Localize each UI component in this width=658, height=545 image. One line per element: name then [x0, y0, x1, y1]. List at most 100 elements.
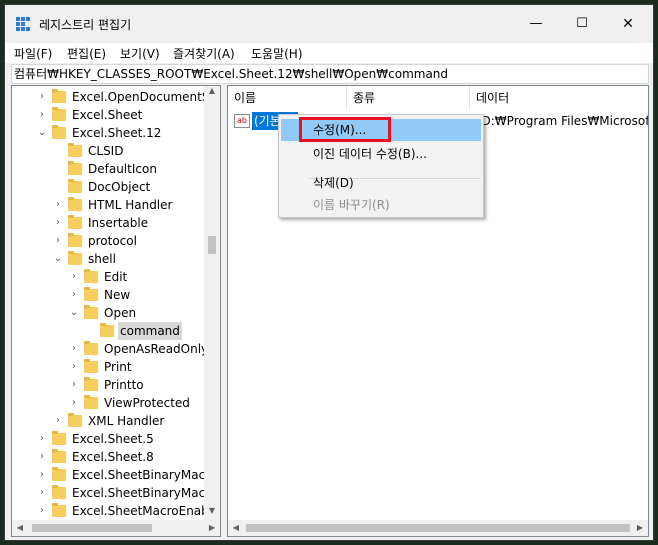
- tree-item-label: Excel.SheetBinaryMacro: [72, 486, 218, 500]
- folder-icon: [68, 179, 82, 193]
- expand-chevron-icon[interactable]: ›: [36, 484, 48, 502]
- menu-item-delete[interactable]: 삭제(D): [281, 172, 481, 194]
- tree-item[interactable]: ⌄ shell: [12, 250, 204, 268]
- collapse-chevron-icon[interactable]: ⌄: [52, 250, 64, 268]
- string-value-icon: ab: [234, 114, 250, 128]
- column-header-name[interactable]: 이름: [228, 86, 346, 110]
- folder-icon: [52, 89, 66, 103]
- tree-item-label: Excel.OpenDocumentS: [72, 90, 210, 104]
- tree-item[interactable]: command: [12, 322, 204, 340]
- folder-icon: [84, 287, 98, 301]
- expand-chevron-icon[interactable]: ›: [52, 214, 64, 232]
- tree-item-label: XML Handler: [88, 414, 165, 428]
- folder-icon: [84, 377, 98, 391]
- minimize-button[interactable]: —: [513, 5, 559, 43]
- tree-vertical-scrollbar[interactable]: ▲ ▼: [204, 86, 220, 520]
- tree-item[interactable]: › Excel.OpenDocumentS: [12, 88, 209, 106]
- menu-item-rename: 이름 바꾸기(R): [313, 198, 390, 212]
- tree-horizontal-scrollbar[interactable]: ◀ ▶: [12, 520, 220, 536]
- expand-chevron-icon[interactable]: ›: [68, 286, 80, 304]
- tree-item[interactable]: DefaultIcon: [12, 160, 204, 178]
- tree-item[interactable]: › OpenAsReadOnly: [12, 340, 208, 358]
- tree-item[interactable]: › Excel.SheetMacroEnable: [12, 502, 220, 520]
- scroll-up-icon[interactable]: ▲: [204, 86, 220, 100]
- menu-view[interactable]: 보기(V): [120, 45, 160, 62]
- scroll-down-icon[interactable]: ▼: [204, 506, 220, 520]
- expand-chevron-icon[interactable]: ›: [68, 268, 80, 286]
- list-horizontal-scrollbar[interactable]: ◀ ▶: [228, 520, 648, 536]
- registry-editor-window: 레지스트리 편집기 — ☐ ✕ 파일(F) 편집(E) 보기(V) 즐겨찾기(A…: [4, 4, 654, 541]
- folder-icon: [84, 305, 98, 319]
- expand-chevron-icon[interactable]: ›: [68, 376, 80, 394]
- expand-chevron-icon[interactable]: ›: [36, 466, 48, 484]
- scroll-right-icon[interactable]: ▶: [632, 520, 648, 536]
- column-header-type[interactable]: 종류: [347, 86, 469, 110]
- tree-item[interactable]: › Excel.Sheet: [12, 106, 204, 124]
- scroll-thumb[interactable]: [208, 236, 216, 254]
- tree-item[interactable]: ⌄ Excel.Sheet.12: [12, 124, 204, 142]
- menu-edit[interactable]: 편집(E): [67, 45, 106, 62]
- folder-icon: [52, 125, 66, 139]
- key-tree-pane[interactable]: › Excel.OpenDocumentS › Excel.Sheet ⌄ Excel.S…: [11, 85, 221, 537]
- folder-icon: [84, 359, 98, 373]
- tree-item[interactable]: › XML Handler: [12, 412, 204, 430]
- expand-chevron-icon[interactable]: ›: [68, 394, 80, 412]
- tree-item-label: CLSID: [88, 144, 124, 158]
- tree-item-label: Open: [104, 306, 137, 320]
- address-bar[interactable]: 컴퓨터₩HKEY_CLASSES_ROOT₩Excel.Sheet.12₩she…: [11, 64, 649, 84]
- expand-chevron-icon[interactable]: ›: [36, 502, 48, 520]
- expand-chevron-icon[interactable]: ›: [68, 340, 80, 358]
- maximize-button[interactable]: ☐: [559, 5, 605, 43]
- menu-favorites[interactable]: 즐겨찾기(A): [173, 45, 235, 62]
- folder-icon: [52, 449, 66, 463]
- tree-item[interactable]: CLSID: [12, 142, 204, 160]
- tree-item-label: command: [118, 322, 182, 340]
- expand-chevron-icon[interactable]: ›: [36, 106, 48, 124]
- menu-file[interactable]: 파일(F): [14, 45, 52, 62]
- folder-icon: [52, 485, 66, 499]
- tree-item[interactable]: › HTML Handler: [12, 196, 204, 214]
- scroll-right-icon[interactable]: ▶: [204, 520, 220, 536]
- close-button[interactable]: ✕: [605, 5, 651, 43]
- expand-chevron-icon[interactable]: ›: [52, 196, 64, 214]
- tree-item[interactable]: › Excel.Sheet.5: [12, 430, 204, 448]
- menu-item-modify-binary[interactable]: 이진 데이터 수정(B)...: [281, 143, 481, 165]
- tree-item-label: Print: [104, 360, 132, 374]
- scroll-thumb[interactable]: [32, 524, 152, 532]
- title-bar[interactable]: 레지스트리 편집기 — ☐ ✕: [5, 5, 653, 43]
- expand-chevron-icon[interactable]: ›: [68, 358, 80, 376]
- tree-item[interactable]: › protocol: [12, 232, 204, 250]
- tree-item-label: Excel.Sheet.12: [72, 126, 162, 140]
- folder-icon: [68, 413, 82, 427]
- scroll-left-icon[interactable]: ◀: [12, 520, 28, 536]
- expand-chevron-icon[interactable]: ›: [52, 412, 64, 430]
- tree-item[interactable]: › Print: [12, 358, 204, 376]
- tree-item-label: Excel.SheetMacroEnable: [72, 504, 220, 518]
- folder-icon: [84, 395, 98, 409]
- tree-item[interactable]: › Printto: [12, 376, 204, 394]
- tree-item[interactable]: › Excel.SheetBinaryMacro: [12, 466, 217, 484]
- expand-chevron-icon[interactable]: ›: [36, 448, 48, 466]
- tree-item[interactable]: ⌄ Open: [12, 304, 204, 322]
- collapse-chevron-icon[interactable]: ⌄: [68, 304, 80, 322]
- tree-item[interactable]: › Excel.Sheet.8: [12, 448, 204, 466]
- tree-item[interactable]: › Insertable: [12, 214, 204, 232]
- tree-item[interactable]: › Excel.SheetBinaryMacro: [12, 484, 217, 502]
- tree-item[interactable]: › ViewProtected: [12, 394, 204, 412]
- expand-chevron-icon[interactable]: ›: [36, 88, 48, 106]
- folder-icon: [84, 341, 98, 355]
- expand-chevron-icon[interactable]: ›: [52, 232, 64, 250]
- folder-icon: [52, 431, 66, 445]
- tree-item-label: Edit: [104, 270, 128, 284]
- expand-chevron-icon[interactable]: ›: [36, 430, 48, 448]
- tree-item-label: Excel.Sheet: [72, 108, 143, 122]
- scroll-thumb[interactable]: [246, 524, 630, 532]
- tree-item[interactable]: DocObject: [12, 178, 204, 196]
- column-header-data[interactable]: 데이터: [470, 86, 648, 110]
- tree-item[interactable]: › New: [12, 286, 204, 304]
- tree-item[interactable]: › Edit: [12, 268, 204, 286]
- scroll-left-icon[interactable]: ◀: [228, 520, 244, 536]
- collapse-chevron-icon[interactable]: ⌄: [36, 124, 48, 142]
- menu-help[interactable]: 도움말(H): [251, 45, 303, 62]
- tree-item-label: OpenAsReadOnly: [104, 342, 209, 356]
